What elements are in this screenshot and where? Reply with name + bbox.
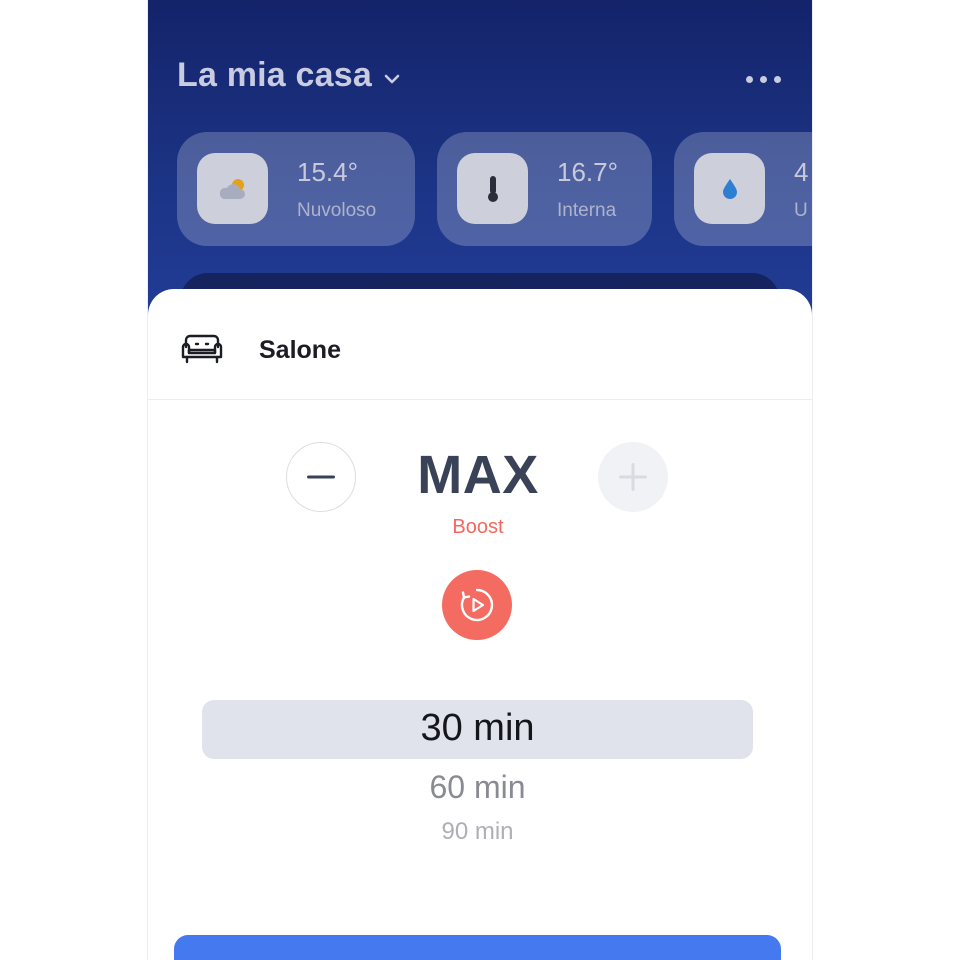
card-value: 4 bbox=[794, 157, 809, 187]
card-icon-box bbox=[457, 153, 528, 224]
water-drop-icon bbox=[722, 178, 737, 199]
sheet-header: Salone bbox=[148, 289, 812, 400]
duration-option[interactable]: 60 min bbox=[202, 769, 753, 806]
plus-icon bbox=[619, 463, 647, 491]
card-icon-box bbox=[197, 153, 268, 224]
card-label: Nuvoloso bbox=[297, 200, 377, 221]
card-value: 16.7° bbox=[557, 157, 619, 187]
thermometer-icon bbox=[487, 175, 498, 202]
sofa-icon bbox=[181, 334, 223, 364]
more-dot-icon bbox=[745, 75, 753, 83]
room-control-sheet: Salone MAX Boost 30 min 60 min 90 min bbox=[148, 289, 812, 960]
confirm-button[interactable] bbox=[174, 935, 781, 960]
card-icon-box bbox=[694, 153, 765, 224]
weather-card-indoor[interactable]: 16.7° Interna bbox=[437, 132, 652, 246]
home-title: La mia casa bbox=[177, 56, 372, 94]
weather-card-humidity[interactable]: 4 U bbox=[674, 132, 812, 246]
boost-start-button[interactable] bbox=[442, 570, 512, 640]
card-value: 15.4° bbox=[297, 157, 359, 187]
increase-button[interactable] bbox=[598, 442, 668, 512]
room-name: Salone bbox=[259, 336, 341, 364]
level-value: MAX bbox=[417, 445, 539, 505]
duration-option-selected[interactable]: 30 min bbox=[202, 707, 753, 750]
weather-card-outdoor[interactable]: 15.4° Nuvoloso bbox=[177, 132, 415, 246]
card-label: Interna bbox=[557, 200, 617, 221]
more-options-button[interactable] bbox=[738, 66, 788, 92]
more-dot-icon bbox=[759, 75, 767, 83]
chevron-down-icon bbox=[384, 74, 400, 83]
more-dot-icon bbox=[773, 75, 781, 83]
app-screen: La mia casa 15.4° Nuvoloso 16.7° Interna… bbox=[148, 0, 812, 960]
timer-play-icon bbox=[460, 588, 494, 622]
duration-option[interactable]: 90 min bbox=[202, 818, 753, 846]
home-selector[interactable]: La mia casa bbox=[177, 56, 400, 95]
cloud-sun-icon bbox=[219, 178, 245, 199]
card-label: U bbox=[794, 200, 808, 221]
mode-label: Boost bbox=[452, 516, 504, 538]
